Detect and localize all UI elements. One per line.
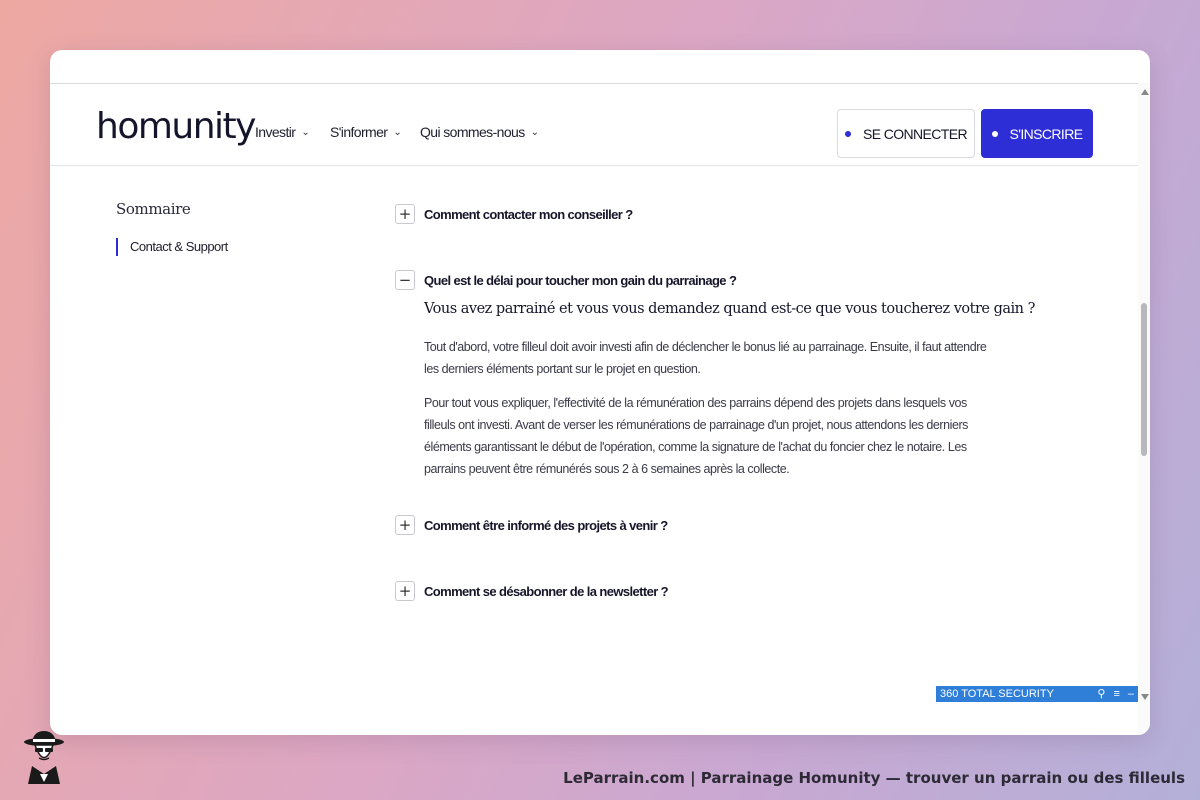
minimize-icon[interactable]: – [1128,686,1134,702]
minus-icon[interactable]: − [395,270,415,290]
answer-title: Vous avez parrainé et vous vous demandez… [424,301,1035,317]
faq-question[interactable]: Comment contacter mon conseiller ? [424,207,633,222]
scroll-up-arrow-icon[interactable] [1141,89,1149,95]
scroll-down-arrow-icon[interactable] [1141,694,1149,700]
nav-item-qui-sommes-nous[interactable]: Qui sommes-nous ⌄ [420,124,539,140]
login-button[interactable]: SE CONNECTER [837,109,975,158]
sommaire-title: Sommaire [116,200,191,218]
security-icons: ⚲ ≡ – [1097,686,1138,702]
plus-icon[interactable]: + [395,515,415,535]
security-toolbar[interactable]: 360 TOTAL SECURITY ⚲ ≡ – [936,686,1138,702]
chevron-down-icon: ⌄ [530,126,539,138]
faq-question[interactable]: Comment se désabonner de la newsletter ? [424,584,669,599]
nav-label: S'informer [330,124,388,140]
nav-label: Qui sommes-nous [420,124,525,140]
login-label: SE CONNECTER [862,125,968,142]
leparrain-mascot-icon [24,731,64,784]
menu-icon[interactable]: ≡ [1113,686,1119,702]
footer-caption: LeParrain.com | Parrainage Homunity — tr… [563,769,1185,787]
chevron-down-icon: ⌄ [301,126,310,138]
homunity-logo[interactable]: homunity [96,106,256,147]
faq-question[interactable]: Quel est le délai pour toucher mon gain … [424,273,737,288]
security-label: 360 TOTAL SECURITY [940,688,1054,700]
dot-icon [844,130,851,137]
faq-item[interactable]: + Comment être informé des projets à ven… [395,515,668,535]
signup-label: S'INSCRIRE [1009,125,1084,142]
signup-button[interactable]: S'INSCRIRE [981,109,1093,158]
dot-icon [991,130,998,137]
nav-item-investir[interactable]: Investir ⌄ [255,124,310,140]
site-header: homunity Investir ⌄ S'informer ⌄ Qui som… [50,84,1138,166]
browser-window: homunity Investir ⌄ S'informer ⌄ Qui som… [50,50,1150,735]
faq-question[interactable]: Comment être informé des projets à venir… [424,518,668,533]
nav-item-sinformer[interactable]: S'informer ⌄ [330,124,402,140]
plus-icon[interactable]: + [395,204,415,224]
answer-paragraph: Tout d'abord, votre filleul doit avoir i… [424,340,987,376]
nav-label: Investir [255,124,296,140]
plus-icon[interactable]: + [395,581,415,601]
faq-item-expanded[interactable]: − Quel est le délai pour toucher mon gai… [395,270,737,290]
sidebar-item-contact-support[interactable]: Contact & Support [116,238,228,256]
search-icon[interactable]: ⚲ [1097,686,1105,702]
faq-item[interactable]: + Comment se désabonner de la newsletter… [395,581,669,601]
answer-paragraph: Pour tout vous expliquer, l'effectivité … [424,396,968,476]
chevron-down-icon: ⌄ [393,126,402,138]
faq-item[interactable]: + Comment contacter mon conseiller ? [395,204,633,224]
scroll-thumb[interactable] [1141,303,1147,456]
